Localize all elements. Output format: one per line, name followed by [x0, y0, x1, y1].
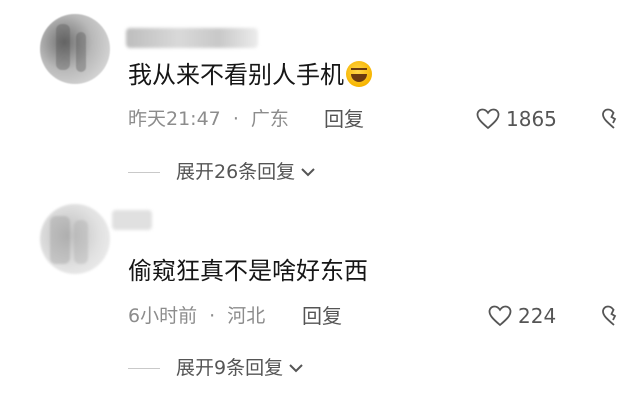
expand-replies-label: 展开26条回复 [176, 161, 296, 183]
chevron-down-icon [289, 364, 303, 373]
heart-outline-icon [488, 305, 512, 327]
expand-replies-button[interactable]: 展开9条回复 [176, 356, 305, 380]
reply-button[interactable]: 回复 [324, 107, 364, 131]
avatar[interactable] [40, 204, 110, 274]
like-count: 224 [518, 304, 557, 328]
thread-divider [128, 368, 160, 369]
comment-meta: 昨天21:47 · 广东 [128, 107, 289, 131]
comment-body: 我从来不看别人手机 [128, 60, 372, 90]
username-blurred[interactable] [112, 210, 152, 230]
comment-time: 昨天21:47 [128, 108, 221, 130]
heart-outline-icon [476, 108, 500, 130]
like-button[interactable]: 1865 [476, 107, 557, 131]
comment-location: 广东 [250, 108, 289, 130]
comment-text: 我从来不看别人手机 [128, 61, 344, 89]
meta-separator: · [232, 108, 239, 130]
avatar[interactable] [40, 14, 110, 84]
like-button[interactable]: 224 [488, 304, 556, 328]
reply-button[interactable]: 回复 [302, 304, 342, 328]
chevron-down-icon [301, 168, 315, 177]
like-count: 1865 [506, 107, 557, 131]
broken-heart-icon [602, 108, 617, 129]
thread-divider [128, 172, 160, 173]
expand-replies-label: 展开9条回复 [176, 357, 284, 379]
comment-meta: 6小时前 · 河北 [128, 304, 265, 328]
rolling-laughing-emoji-icon [346, 61, 372, 87]
broken-heart-icon [602, 305, 617, 326]
meta-separator: · [209, 305, 216, 327]
dislike-button[interactable] [601, 304, 621, 330]
dislike-button[interactable] [601, 107, 621, 133]
comment-location: 河北 [227, 305, 266, 327]
comment-time: 6小时前 [128, 305, 198, 327]
comment-list: 我从来不看别人手机 昨天21:47 · 广东 回复 1865 展开26条回复 偷… [0, 0, 621, 400]
expand-replies-button[interactable]: 展开26条回复 [176, 160, 317, 184]
username-blurred[interactable] [126, 28, 258, 48]
comment-text: 偷窥狂真不是啥好东西 [128, 257, 368, 285]
comment-body: 偷窥狂真不是啥好东西 [128, 256, 368, 286]
